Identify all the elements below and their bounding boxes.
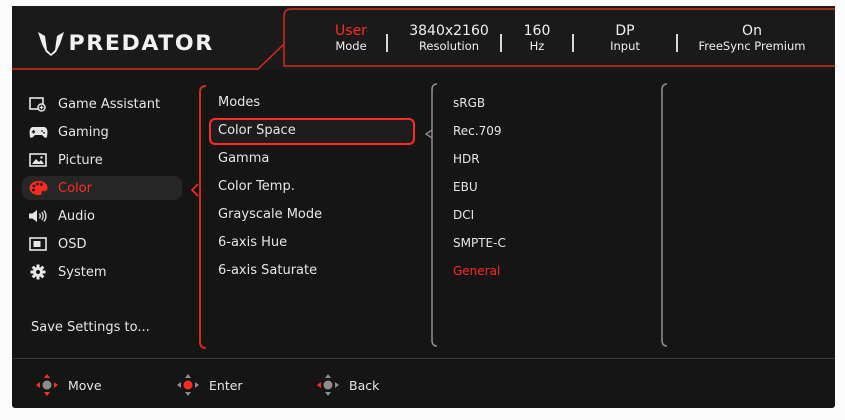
stat-resolution-label: Resolution: [418, 39, 480, 53]
option-rec709[interactable]: Rec.709: [453, 121, 502, 141]
hint-label: Enter: [209, 377, 243, 393]
submenu-item-6-axis-saturate[interactable]: 6-axis Saturate: [218, 260, 317, 282]
header-separator: [500, 34, 502, 52]
menu-item-label: Gaming: [58, 124, 109, 140]
picture-icon: [28, 152, 48, 168]
hint-label: Back: [349, 377, 380, 393]
stat-mode-label: Mode: [335, 39, 367, 53]
menu-item-label: Color: [58, 180, 92, 196]
header-separator: [386, 34, 388, 52]
menu-item-audio[interactable]: Audio: [22, 204, 182, 228]
hint-back: Back: [315, 372, 379, 398]
joystick-enter-icon: [177, 374, 199, 396]
stat-mode: User Mode: [330, 23, 372, 54]
option-smpte-c[interactable]: SMPTE-C: [453, 233, 506, 253]
option-dci[interactable]: DCI: [453, 205, 474, 225]
save-settings-item[interactable]: Save Settings to...: [31, 320, 150, 335]
stat-refresh: 160 Hz: [517, 23, 557, 54]
submenu-item-color-temp[interactable]: Color Temp.: [218, 176, 295, 198]
submenu-item-6-axis-hue[interactable]: 6-axis Hue: [218, 232, 287, 254]
submenu-item-gamma[interactable]: Gamma: [218, 148, 269, 170]
hint-move: Move: [34, 372, 102, 398]
header-separator: [676, 34, 678, 52]
submenu-item-grayscale-mode[interactable]: Grayscale Mode: [218, 204, 322, 226]
stat-resolution: 3840x2160 Resolution: [404, 23, 494, 54]
stat-freesync-value: On: [742, 23, 762, 39]
game-assistant-icon: [28, 96, 48, 112]
header-separator: [572, 34, 574, 52]
menu-item-label: System: [58, 264, 107, 280]
stat-refresh-label: Hz: [529, 39, 545, 53]
gamepad-icon: [28, 124, 48, 140]
predator-emblem-icon: [38, 32, 64, 56]
joystick-move-icon: [36, 374, 58, 396]
gear-icon: [28, 264, 48, 280]
predator-logo: PREDATOR: [36, 28, 212, 58]
menu-item-game-assistant[interactable]: Game Assistant: [22, 92, 182, 116]
submenu-item-color-space[interactable]: Color Space: [218, 120, 296, 142]
menu-item-picture[interactable]: Picture: [22, 148, 182, 172]
joystick-back-icon: [317, 374, 339, 396]
menu-item-label: Audio: [58, 208, 95, 224]
menu-item-label: OSD: [58, 236, 87, 252]
brand-wordmark: PREDATOR: [68, 31, 214, 55]
stat-freesync-label: FreeSync Premium: [698, 39, 806, 53]
menu-item-label: Game Assistant: [58, 96, 161, 112]
stat-freesync: On FreeSync Premium: [692, 23, 812, 54]
stat-refresh-value: 160: [523, 23, 551, 39]
menu-item-color[interactable]: Color: [22, 176, 182, 200]
hint-enter: Enter: [175, 372, 243, 398]
speaker-icon: [28, 208, 48, 224]
menu-item-system[interactable]: System: [22, 260, 182, 284]
stat-resolution-value: 3840x2160: [409, 23, 489, 39]
osd-icon: [28, 236, 48, 252]
osd-window: PREDATOR User Mode 3840x2160 Resolution …: [12, 6, 835, 408]
stat-input-label: Input: [610, 39, 640, 53]
stat-input: DP Input: [600, 23, 650, 54]
stat-input-value: DP: [615, 23, 635, 39]
option-ebu[interactable]: EBU: [453, 177, 478, 197]
option-hdr[interactable]: HDR: [453, 149, 480, 169]
palette-icon: [28, 180, 48, 196]
hint-label: Move: [68, 377, 102, 393]
footer-divider: [12, 358, 835, 359]
submenu-item-modes[interactable]: Modes: [218, 92, 260, 114]
option-srgb[interactable]: sRGB: [453, 93, 485, 113]
menu-item-osd[interactable]: OSD: [22, 232, 182, 256]
option-general[interactable]: General: [453, 261, 500, 281]
stat-mode-value: User: [335, 23, 367, 39]
menu-item-label: Picture: [58, 152, 103, 168]
menu-item-gaming[interactable]: Gaming: [22, 120, 182, 144]
